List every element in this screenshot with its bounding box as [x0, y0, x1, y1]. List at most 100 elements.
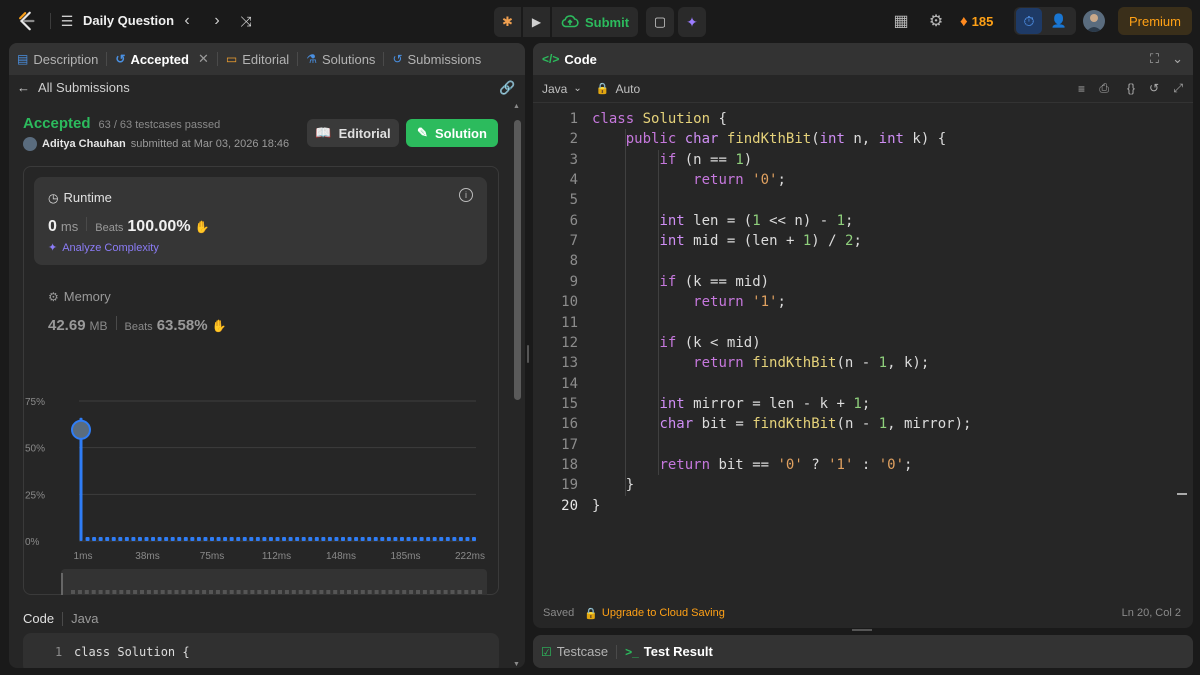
- code-line[interactable]: if (n == 1): [592, 150, 752, 170]
- tab-solutions[interactable]: ⚗ Solutions: [298, 43, 383, 75]
- tab-accepted-label: Accepted: [130, 51, 189, 67]
- code-line[interactable]: class Solution {: [592, 109, 727, 129]
- analyze-complexity-link[interactable]: ✦ Analyze Complexity: [48, 241, 159, 255]
- minimap-bar: [160, 590, 165, 594]
- code-line[interactable]: }: [592, 475, 634, 495]
- minimap-bar: [61, 573, 63, 595]
- minimap-bar: [243, 590, 248, 594]
- layout-icon[interactable]: ▦: [887, 7, 915, 35]
- expand-arrows-icon[interactable]: ⤢: [1173, 81, 1183, 96]
- minimap-bar: [264, 590, 269, 594]
- arrow-left-icon: ←: [17, 80, 30, 95]
- chart-bar: [354, 537, 359, 541]
- daily-question-title[interactable]: Daily Question: [83, 13, 174, 28]
- code-line[interactable]: if (k < mid): [592, 333, 760, 353]
- memory-tab[interactable]: ⚙ Memory: [48, 289, 111, 304]
- lock-icon: 🔒: [584, 608, 598, 620]
- tab-test-result[interactable]: >_ Test Result: [617, 636, 721, 668]
- code-line[interactable]: return findKthBit(n - 1, k);: [592, 353, 929, 373]
- chart-bar: [308, 537, 313, 541]
- panel-resize-handle[interactable]: [527, 345, 529, 363]
- chart-bar: [295, 537, 300, 541]
- code-line[interactable]: if (k == mid): [592, 272, 769, 292]
- runtime-card[interactable]: ◷ Runtime i 0 ms Beats 100.00% ✋ ✦ Analyze…: [34, 177, 487, 265]
- format-icon[interactable]: ≡: [1078, 82, 1085, 96]
- runtime-distribution-chart[interactable]: 75% 50% 25% 0% 1ms 38ms 75ms 112ms 148ms 185ms 222…: [23, 365, 499, 595]
- add-friend-icon[interactable]: 👤: [1046, 8, 1072, 34]
- tab-accepted[interactable]: ↺ Accepted ✕: [107, 43, 217, 75]
- streak-counter[interactable]: ♦ 185: [960, 8, 993, 34]
- code-line[interactable]: return bit == '0' ? '1' : '0';: [592, 455, 912, 475]
- leetcode-logo-icon[interactable]: [14, 8, 40, 34]
- username[interactable]: Aditya Chauhan: [42, 138, 126, 150]
- submit-button[interactable]: Submit: [552, 7, 638, 37]
- avatar[interactable]: [23, 137, 37, 151]
- upgrade-cloud-saving-link[interactable]: 🔒 Upgrade to Cloud Saving: [584, 607, 725, 620]
- bookmark-icon[interactable]: ⎙: [1099, 81, 1109, 96]
- code-line[interactable]: public char findKthBit(int n, int k) {: [592, 129, 946, 149]
- tab-test-result-label: Test Result: [643, 644, 713, 659]
- runtime-beats: 100.00%: [127, 218, 191, 235]
- x-tick-label: 185ms: [390, 551, 420, 562]
- minimap-bar: [312, 590, 317, 594]
- minimap-bar: [209, 590, 213, 594]
- avatar[interactable]: [1083, 10, 1105, 32]
- minimap-bar: [271, 590, 276, 594]
- terminal-icon: >_: [625, 644, 639, 659]
- collapse-icon[interactable]: ⌄: [1172, 51, 1183, 67]
- code-editor[interactable]: 1 class Solution {2 public char findKthBi…: [533, 109, 1193, 579]
- chevron-down-icon: ⌄: [573, 83, 582, 94]
- submitted-time: submitted at Mar 03, 2026 18:46: [130, 138, 290, 150]
- language-select[interactable]: Java ⌄: [542, 82, 582, 96]
- minimap-bar: [367, 590, 372, 594]
- tab-code[interactable]: </> Code: [533, 43, 605, 75]
- share-link-icon[interactable]: 🔗: [499, 80, 515, 96]
- debug-button[interactable]: ✱: [494, 7, 521, 37]
- left-tab-bar: ▤ Description ↺ Accepted ✕ ▭ Editorial ⚗ Solu…: [9, 43, 525, 75]
- info-icon[interactable]: i: [459, 188, 473, 202]
- code-line[interactable]: return '1';: [592, 292, 786, 312]
- editorial-button[interactable]: 📖 Editorial: [307, 119, 399, 147]
- notes-button[interactable]: ▢: [646, 7, 674, 37]
- line-number: 1: [569, 111, 578, 127]
- code-line[interactable]: int len = (1 << n) - 1;: [592, 211, 853, 231]
- vertical-resize-handle[interactable]: [852, 629, 872, 631]
- minimap-bar: [278, 590, 282, 594]
- settings-gear-icon[interactable]: ⚙: [922, 7, 950, 35]
- code-line[interactable]: int mirror = len - k + 1;: [592, 394, 870, 414]
- braces-icon[interactable]: {}: [1127, 81, 1135, 95]
- line-number: 4: [569, 172, 578, 189]
- line-number: 18: [561, 456, 578, 473]
- chart-bar: [314, 537, 319, 541]
- note-icon: ▢: [653, 14, 667, 29]
- reset-icon[interactable]: ↺: [1149, 81, 1159, 95]
- tab-testcase[interactable]: ☑ Testcase: [533, 636, 616, 668]
- maximize-icon[interactable]: ⛶: [1150, 51, 1159, 67]
- minimap-bar: [174, 590, 179, 594]
- tab-submissions[interactable]: ↺ Submissions: [384, 43, 489, 75]
- code-line[interactable]: return '0';: [592, 170, 786, 190]
- timer-icon[interactable]: ⏱: [1016, 8, 1042, 34]
- premium-button[interactable]: Premium: [1118, 7, 1192, 35]
- left-scrollbar[interactable]: ▲ ▼: [513, 103, 521, 668]
- close-tab-icon[interactable]: ✕: [198, 51, 209, 67]
- solution-button[interactable]: ✎ Solution: [406, 119, 498, 147]
- line-number: 11: [561, 314, 578, 331]
- prev-question-icon[interactable]: ‹: [178, 11, 196, 31]
- code-line[interactable]: int mid = (len + 1) / 2;: [592, 231, 861, 251]
- tab-editorial[interactable]: ▭ Editorial: [218, 43, 297, 75]
- ai-assist-button[interactable]: ✦: [678, 7, 706, 37]
- tab-description[interactable]: ▤ Description: [9, 43, 106, 75]
- mode-label: Auto: [615, 81, 641, 96]
- run-button[interactable]: ▶: [523, 7, 550, 37]
- line-number: 20: [561, 497, 578, 514]
- auto-mode[interactable]: 🔒 Auto: [596, 82, 640, 96]
- code-line[interactable]: }: [592, 496, 600, 516]
- back-to-submissions[interactable]: ← All Submissions: [17, 80, 130, 95]
- next-question-icon[interactable]: ›: [208, 11, 226, 31]
- problem-list-icon[interactable]: ☰: [58, 11, 76, 31]
- code-line[interactable]: char bit = findKthBit(n - 1, mirror);: [592, 414, 971, 434]
- shuffle-icon[interactable]: ⤨: [236, 11, 256, 31]
- chart-bar: [216, 537, 221, 541]
- minimap-bar: [422, 590, 427, 594]
